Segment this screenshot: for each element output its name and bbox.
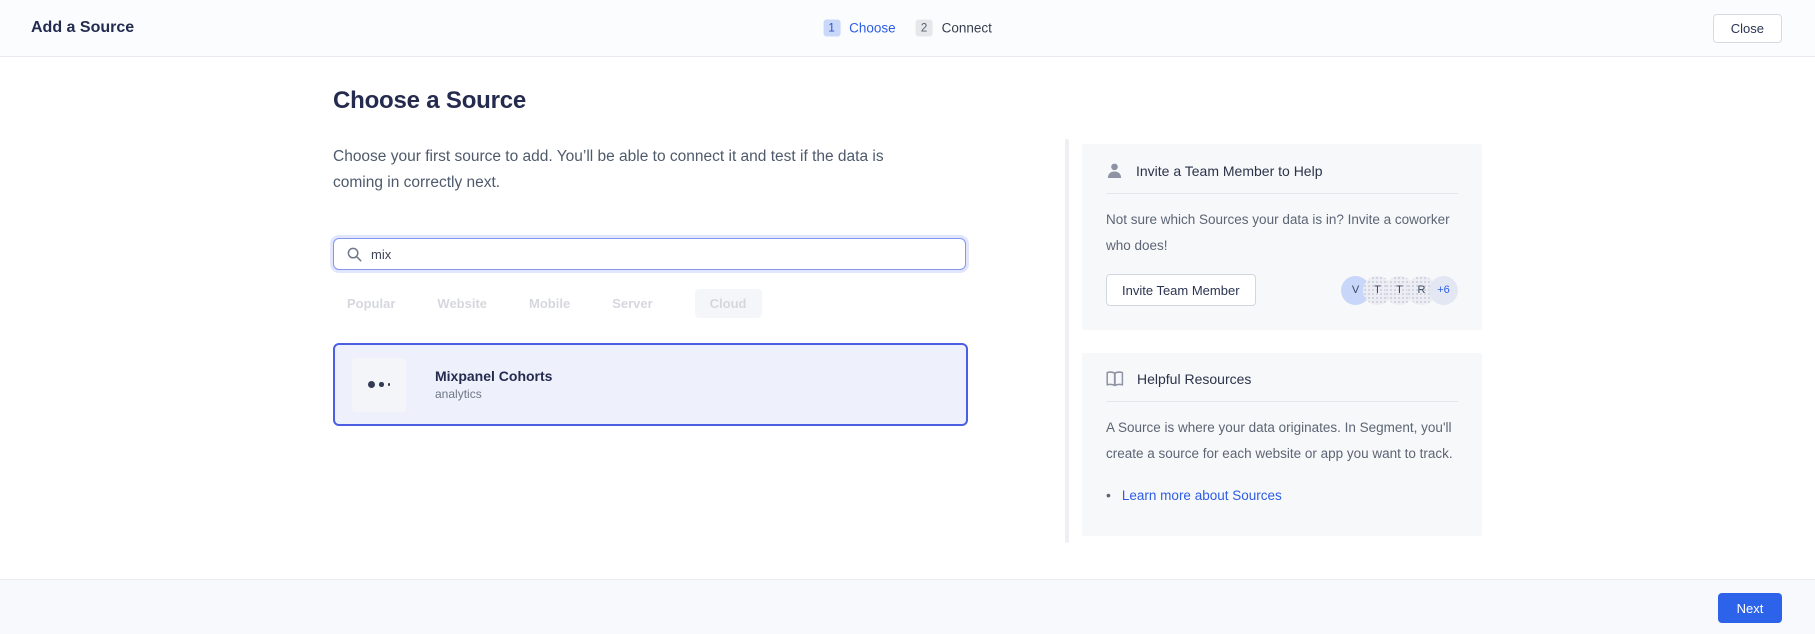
tab-mobile[interactable]: Mobile — [529, 289, 570, 318]
source-name: Mixpanel Cohorts — [435, 368, 552, 384]
category-filter-tabs: Popular Website Mobile Server Cloud — [347, 289, 762, 318]
step-label: Choose — [849, 21, 896, 36]
stepper: 1 Choose 2 Connect — [823, 20, 992, 37]
help-sidebar: Invite a Team Member to Help Not sure wh… — [1082, 144, 1482, 536]
step-choose[interactable]: 1 Choose — [823, 20, 896, 37]
invite-team-card: Invite a Team Member to Help Not sure wh… — [1082, 144, 1482, 330]
divider — [1106, 193, 1458, 194]
source-category: analytics — [435, 387, 552, 401]
invite-team-member-button[interactable]: Invite Team Member — [1106, 274, 1256, 306]
invite-card-title: Invite a Team Member to Help — [1136, 163, 1323, 179]
source-search[interactable] — [333, 238, 966, 270]
invite-card-header: Invite a Team Member to Help — [1106, 162, 1458, 179]
modal-header: Add a Source 1 Choose 2 Connect Close — [0, 0, 1815, 57]
step-label: Connect — [942, 21, 992, 36]
tab-cloud[interactable]: Cloud — [695, 289, 762, 318]
tab-server[interactable]: Server — [612, 289, 652, 318]
invite-card-body: Not sure which Sources your data is in? … — [1106, 207, 1458, 259]
resources-card-title: Helpful Resources — [1137, 371, 1251, 387]
step-connect[interactable]: 2 Connect — [916, 20, 992, 37]
modal-footer: Next — [0, 579, 1815, 634]
close-button[interactable]: Close — [1713, 14, 1782, 43]
step-number-badge: 2 — [916, 20, 933, 37]
add-source-modal: Add a Source 1 Choose 2 Connect Close Ch… — [0, 0, 1815, 634]
source-card-mixpanel-cohorts[interactable]: Mixpanel Cohorts analytics — [333, 343, 968, 426]
book-icon — [1106, 371, 1124, 387]
invite-actions: Invite Team Member V T T R +6 — [1106, 274, 1458, 306]
modal-title: Add a Source — [31, 19, 134, 37]
resources-card-body: A Source is where your data originates. … — [1106, 415, 1458, 467]
learn-more-sources-link[interactable]: Learn more about Sources — [1122, 487, 1282, 504]
content-divider — [1065, 139, 1069, 543]
helpful-resources-card: Helpful Resources A Source is where your… — [1082, 353, 1482, 536]
tab-website[interactable]: Website — [437, 289, 487, 318]
page-title: Choose a Source — [333, 87, 526, 115]
search-input[interactable] — [371, 247, 955, 262]
mixpanel-dots-logo-icon — [352, 358, 406, 412]
next-button[interactable]: Next — [1718, 593, 1782, 623]
resource-link-item: • Learn more about Sources — [1106, 487, 1458, 504]
tab-popular[interactable]: Popular — [347, 289, 395, 318]
divider — [1106, 401, 1458, 402]
resources-card-header: Helpful Resources — [1106, 371, 1458, 387]
step-number-badge: 1 — [823, 20, 840, 37]
bullet-icon: • — [1106, 487, 1111, 504]
page-description: Choose your first source to add. You’ll … — [333, 144, 928, 196]
team-avatar-stack: V T T R +6 — [1341, 276, 1458, 305]
source-card-text: Mixpanel Cohorts analytics — [435, 368, 552, 401]
person-icon — [1106, 162, 1123, 179]
avatar-more-count: +6 — [1429, 276, 1458, 305]
search-icon — [347, 247, 362, 262]
